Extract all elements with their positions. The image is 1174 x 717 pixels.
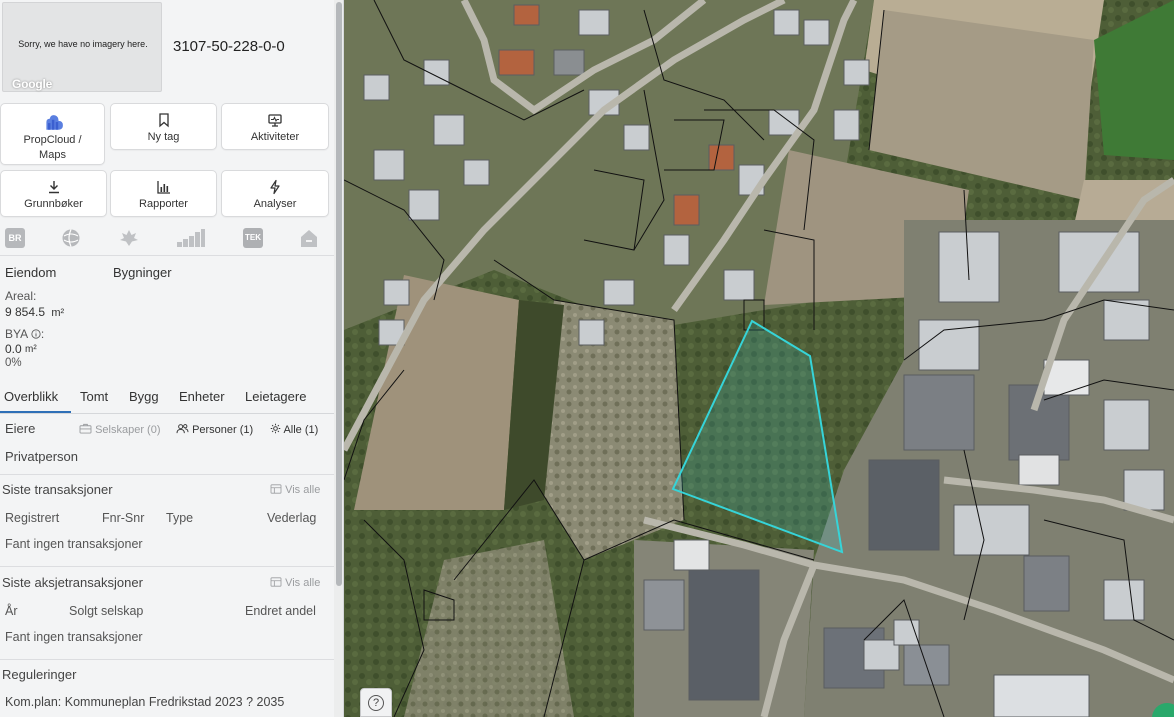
- ny-tag-button[interactable]: Ny tag: [110, 103, 217, 150]
- areal-number: 9 854.5: [5, 305, 46, 319]
- divider: [0, 566, 334, 567]
- map-canvas: [344, 0, 1174, 717]
- grunnboker-label: Grunnbøker: [24, 198, 83, 210]
- detail-tabs: Overblikk Tomt Bygg Enheter Leietagere: [0, 384, 334, 414]
- info-icon[interactable]: [31, 329, 41, 339]
- bya-number: 0.0: [5, 342, 22, 356]
- transactions-vis-alle[interactable]: Vis alle: [270, 484, 320, 496]
- bya-colon: :: [40, 327, 45, 341]
- table-icon: [270, 577, 282, 587]
- analyser-label: Analyser: [253, 198, 297, 210]
- divider: [0, 255, 334, 256]
- col-endret-andel: Endret andel: [245, 604, 316, 618]
- alle-filter[interactable]: Alle (1): [270, 423, 318, 436]
- grunnboker-button[interactable]: Grunnbøker: [0, 170, 107, 217]
- cloud-icon: [45, 115, 63, 130]
- propcloud-label-1: PropCloud /: [23, 134, 82, 146]
- help-button[interactable]: ?: [360, 688, 392, 717]
- alle-label: Alle (1): [283, 424, 319, 436]
- col-fnr-snr: Fnr-Snr: [102, 511, 145, 525]
- divider: [0, 659, 334, 660]
- table-icon: [270, 484, 282, 494]
- rapporter-label: Rapporter: [139, 198, 188, 210]
- active-tab-indicator: [0, 411, 71, 413]
- areal-label: Areal:: [5, 289, 37, 303]
- property-id: 3107-50-228-0-0: [173, 38, 285, 55]
- col-registrert: Registrert: [5, 511, 60, 525]
- rapporter-button[interactable]: Rapporter: [110, 170, 217, 217]
- transactions-empty: Fant ingen transaksjoner: [5, 537, 143, 551]
- analyser-button[interactable]: Analyser: [221, 170, 329, 217]
- areal-value: 9 854.5 m²: [5, 305, 64, 319]
- leaf-icon[interactable]: [118, 228, 140, 248]
- bar-chart-icon: [156, 181, 170, 194]
- vis-alle-label: Vis alle: [285, 484, 321, 496]
- personer-label: Personer (1): [192, 424, 254, 436]
- download-icon: [48, 181, 59, 194]
- google-logo: Google: [12, 77, 53, 91]
- globe-icon[interactable]: [61, 228, 81, 248]
- help-icon: ?: [368, 695, 384, 711]
- data-source-icons: BR TEK: [0, 226, 334, 252]
- br-icon[interactable]: BR: [5, 228, 25, 248]
- aktiviteter-button[interactable]: Aktiviteter: [221, 103, 329, 150]
- property-header: Sorry, we have no imagery here. Google 3…: [0, 0, 334, 96]
- col-type: Type: [166, 511, 194, 525]
- tab-tomt[interactable]: Tomt: [80, 389, 108, 404]
- street-view-thumbnail[interactable]: Sorry, we have no imagery here. Google: [2, 2, 162, 92]
- bya-value: 0.0 m²: [5, 342, 37, 356]
- tab-bygg[interactable]: Bygg: [129, 389, 159, 404]
- tab-leietagere[interactable]: Leietagere: [245, 389, 306, 404]
- col-solgt-selskap: Solgt selskap: [69, 604, 144, 618]
- eiere-title: Eiere: [5, 421, 36, 436]
- divider: [0, 474, 334, 475]
- settings-icon: [270, 423, 281, 434]
- people-icon: [176, 424, 189, 434]
- bya-text: BYA: [5, 327, 28, 341]
- owner-type[interactable]: Privatperson: [5, 449, 78, 464]
- selskaper-label: Selskaper (0): [95, 424, 161, 436]
- aerial-map[interactable]: [344, 0, 1174, 717]
- panel-scrollbar[interactable]: [334, 0, 343, 717]
- scrollbar-thumb[interactable]: [336, 2, 342, 586]
- col-vederlag: Vederlag: [267, 511, 317, 525]
- selskaper-filter[interactable]: Selskaper (0): [79, 423, 160, 436]
- bya-label: BYA :: [5, 327, 44, 341]
- lightning-icon: [270, 179, 280, 195]
- col-ar: År: [5, 604, 18, 618]
- thumbnail-message: Sorry, we have no imagery here.: [18, 39, 148, 49]
- aktiviteter-label: Aktiviteter: [250, 131, 300, 143]
- propcloud-label-2: Maps: [39, 149, 66, 161]
- ny-tag-label: Ny tag: [147, 131, 180, 143]
- regulation-line[interactable]: Kom.plan: Kommuneplan Fredrikstad 2023 ?…: [5, 695, 284, 709]
- vis-alle-label: Vis alle: [285, 577, 321, 589]
- siste-aksjetransaksjoner-title: Siste aksjetransaksjoner: [2, 575, 143, 590]
- tab-enheter[interactable]: Enheter: [179, 389, 225, 404]
- bya-unit: m²: [25, 344, 37, 355]
- house-minus-icon[interactable]: [300, 228, 318, 248]
- bygninger-tab[interactable]: Bygninger: [113, 265, 172, 280]
- tab-overblikk[interactable]: Overblikk: [4, 389, 58, 404]
- property-panel: Sorry, we have no imagery here. Google 3…: [0, 0, 344, 717]
- areal-unit: m²: [51, 307, 65, 319]
- personer-filter[interactable]: Personer (1): [176, 423, 253, 436]
- share-transactions-empty: Fant ingen transaksjoner: [5, 630, 143, 644]
- briefcase-icon: [79, 423, 92, 434]
- bookmark-icon: [158, 113, 169, 128]
- siste-transaksjoner-title: Siste transaksjoner: [2, 482, 113, 497]
- tek-icon[interactable]: TEK: [243, 228, 263, 248]
- bya-percent: 0%: [5, 357, 22, 369]
- share-transactions-vis-alle[interactable]: Vis alle: [270, 577, 320, 589]
- reguleringer-title: Reguleringer: [2, 667, 77, 682]
- monitor-icon: [268, 114, 282, 127]
- buildings-icon[interactable]: [176, 228, 206, 248]
- eiendom-tab[interactable]: Eiendom: [5, 265, 56, 280]
- propcloud-maps-button[interactable]: PropCloud / Maps: [0, 103, 105, 165]
